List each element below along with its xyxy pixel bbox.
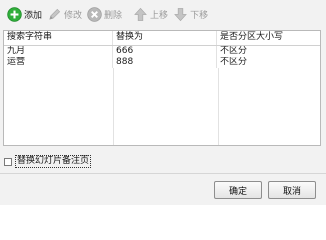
edit-button[interactable]: 修改 (46, 4, 82, 24)
table-row[interactable]: 运营 888 不区分 (4, 57, 320, 68)
move-up-label: 上移 (150, 10, 169, 21)
replace-dialog: 添加 修改 删除 上移 下移 搜索字符串 替换为 是否分区大小写 九月 666 … (0, 0, 326, 205)
add-button[interactable]: 添加 (6, 4, 42, 24)
replace-notes-checkbox[interactable] (4, 157, 12, 166)
replace-notes-label[interactable]: 替换幻灯片备注页 (15, 155, 92, 168)
cell-search: 九月 (4, 46, 113, 57)
cell-replace: 666 (113, 46, 217, 57)
replace-list-table[interactable]: 搜索字符串 替换为 是否分区大小写 九月 666 不区分 运营 888 不区分 (3, 30, 321, 146)
table-header: 搜索字符串 替换为 是否分区大小写 (4, 31, 320, 46)
table-row[interactable]: 九月 666 不区分 (4, 46, 320, 57)
ok-button[interactable]: 确定 (214, 181, 262, 199)
column-header-search[interactable]: 搜索字符串 (4, 31, 113, 45)
cancel-button[interactable]: 取消 (268, 181, 316, 199)
move-down-button[interactable]: 下移 (172, 4, 208, 24)
column-header-replace[interactable]: 替换为 (113, 31, 217, 45)
plus-circle-icon (6, 6, 22, 22)
edit-label: 修改 (64, 10, 83, 21)
divider (0, 173, 326, 174)
pencil-icon (46, 6, 62, 22)
delete-button[interactable]: 删除 (86, 4, 122, 24)
toolbar: 添加 修改 删除 上移 下移 (0, 0, 326, 28)
column-header-case[interactable]: 是否分区大小写 (217, 31, 320, 45)
add-label: 添加 (24, 10, 43, 21)
delete-label: 删除 (104, 10, 123, 21)
cell-replace: 888 (113, 57, 217, 68)
x-circle-icon (86, 6, 102, 22)
move-down-label: 下移 (190, 10, 209, 21)
arrow-down-icon (172, 6, 188, 22)
cell-search: 运营 (4, 57, 113, 68)
move-up-button[interactable]: 上移 (132, 4, 168, 24)
table-empty-area (4, 68, 320, 145)
cell-case: 不区分 (220, 46, 248, 56)
arrow-up-icon (132, 6, 148, 22)
replace-notes-option[interactable]: 替换幻灯片备注页 (4, 155, 92, 168)
cell-case: 不区分 (220, 57, 248, 67)
